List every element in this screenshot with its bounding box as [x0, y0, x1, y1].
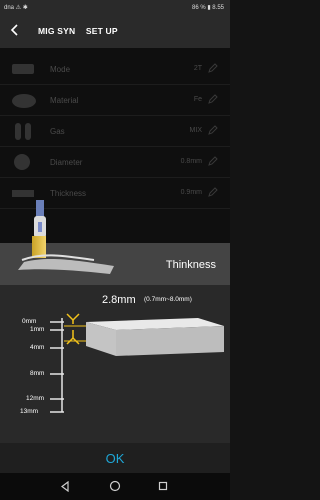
wire-spool-icon: [14, 154, 30, 170]
gas-cylinder-icon: [15, 123, 31, 140]
back-button[interactable]: [10, 24, 20, 39]
thickness-value: 2.8mm: [102, 294, 136, 306]
status-bar: dna ⚠ ✱ 86 % ▮ 8.55: [0, 0, 230, 16]
row-value: 0.9mm: [180, 189, 202, 196]
scale-label: 13mm: [20, 408, 39, 415]
row-value: 0.8mm: [180, 158, 202, 165]
pencil-icon[interactable]: [208, 125, 218, 135]
pencil-icon[interactable]: [208, 156, 218, 166]
row-label: Gas: [50, 127, 65, 136]
welding-torch-icon: [18, 200, 114, 274]
app-bar: MIG SYN SET UP: [0, 16, 230, 48]
row-value: 2T: [193, 65, 202, 72]
row-label: Material: [50, 96, 79, 105]
title-part-1: MIG SYN: [38, 26, 76, 36]
row-mode[interactable]: Mode 2T: [0, 54, 230, 85]
scale-label: 4mm: [30, 344, 45, 351]
row-diameter[interactable]: Diameter 0.8mm: [0, 147, 230, 178]
recent-square-icon[interactable]: [158, 481, 168, 491]
row-label: Mode: [50, 65, 71, 74]
row-label: Thickness: [50, 189, 87, 198]
scale-label: 1mm: [30, 326, 45, 333]
pencil-icon[interactable]: [208, 94, 218, 104]
status-left: dna ⚠ ✱: [4, 5, 28, 11]
scale-label: 8mm: [30, 370, 45, 377]
ok-button[interactable]: OK: [0, 451, 230, 466]
dialog-title: Thinkness: [165, 259, 216, 271]
page-title: MIG SYN SET UP: [38, 26, 126, 36]
ok-bar: OK: [0, 443, 230, 473]
material-icon: [12, 94, 36, 108]
back-triangle-icon[interactable]: [60, 481, 70, 492]
thickness-range: (0.7mm~8.0mm): [144, 296, 192, 303]
row-gas[interactable]: Gas MIX: [0, 116, 230, 147]
pencil-icon[interactable]: [208, 63, 218, 73]
row-label: Diameter: [50, 158, 83, 167]
system-nav-bar: [0, 473, 230, 500]
metal-plate-icon: [86, 318, 224, 356]
home-circle-icon[interactable]: [109, 480, 121, 492]
chevron-left-icon: [10, 24, 18, 36]
scale-label: 0mm: [22, 318, 37, 325]
title-part-2: SET UP: [85, 26, 118, 36]
torch-icon: [12, 64, 34, 74]
pencil-icon[interactable]: [208, 187, 218, 197]
status-right: 86 % ▮ 8.55: [192, 5, 224, 11]
row-value: MIX: [189, 127, 202, 134]
row-value: Fe: [193, 96, 202, 103]
scale-label: 12mm: [26, 395, 45, 402]
row-material[interactable]: Material Fe: [0, 85, 230, 116]
